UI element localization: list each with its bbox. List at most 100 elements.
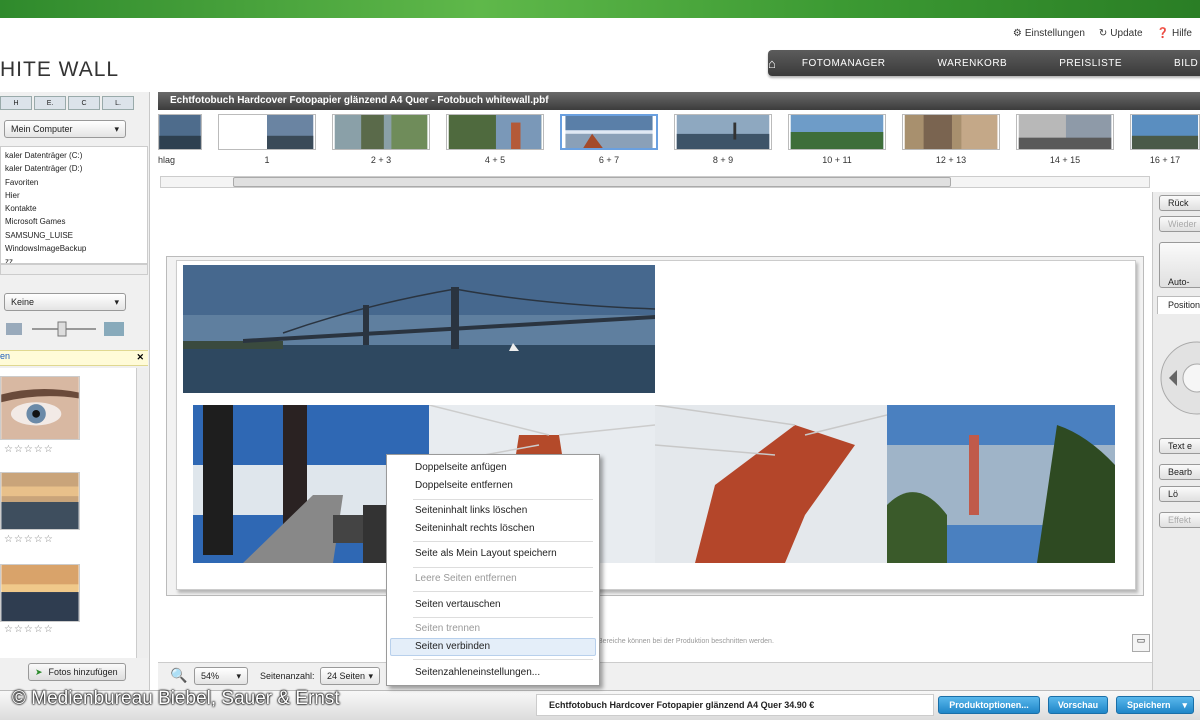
- tab-e[interactable]: E.: [34, 96, 66, 110]
- copyright-watermark: © Medienbureau Biebel, Sauer & Ernst: [12, 688, 340, 709]
- book-spread: [176, 260, 1136, 590]
- folder-tree[interactable]: kaler Datenträger (C:) kaler Datenträger…: [0, 146, 148, 264]
- chevron-down-icon: ▾: [368, 670, 373, 681]
- text-button[interactable]: Text e: [1159, 438, 1200, 454]
- tree-item[interactable]: SAMSUNG_LUISE: [5, 229, 147, 242]
- redo-button[interactable]: Wieder: [1159, 216, 1200, 232]
- rating-stars[interactable]: ☆☆☆☆☆: [4, 624, 54, 635]
- zoom-select[interactable]: 54% ▾: [194, 667, 248, 685]
- menu-item-clear-right[interactable]: Seiteninhalt rechts löschen: [415, 523, 535, 534]
- page-thumb[interactable]: [218, 114, 316, 150]
- tab-l[interactable]: L.: [102, 96, 134, 110]
- tree-item[interactable]: Favoriten: [5, 176, 147, 189]
- photo-thumbnail-sunset[interactable]: [0, 472, 80, 530]
- page-thumb-label: 1: [264, 155, 270, 165]
- undo-button[interactable]: Rück: [1159, 195, 1200, 211]
- scrollbar-thumb[interactable]: [233, 177, 951, 187]
- nav-fotomanager[interactable]: FOTOMANAGER: [776, 58, 912, 69]
- chevron-down-icon: ▾: [114, 123, 119, 134]
- add-photos-button[interactable]: ➤ Fotos hinzufügen: [28, 663, 126, 681]
- right-tool-panel: Rück Wieder Auto- Position Text e Bearb …: [1152, 192, 1200, 690]
- page-thumb-label: 6 + 7: [598, 155, 620, 165]
- tree-item[interactable]: zz: [5, 255, 147, 263]
- tree-item[interactable]: Hier: [5, 189, 147, 202]
- menu-item-add-spread[interactable]: Doppelseite anfügen: [415, 462, 507, 473]
- keyboard-icon[interactable]: ▭: [1132, 634, 1150, 652]
- rating-stars[interactable]: ☆☆☆☆☆: [4, 444, 54, 455]
- page-thumb[interactable]: [1016, 114, 1114, 150]
- photo-bay-bridge[interactable]: [183, 265, 655, 393]
- menu-item-save-layout[interactable]: Seite als Mein Layout speichern: [415, 548, 557, 559]
- tab-position[interactable]: Position: [1157, 296, 1200, 314]
- large-image-icon: [104, 322, 124, 336]
- brand-logo: HITE WALL: [0, 58, 120, 81]
- position-pad[interactable]: [1157, 322, 1200, 432]
- save-button[interactable]: Speichern ▾: [1116, 696, 1194, 714]
- photo-tower-cables-right[interactable]: [655, 405, 887, 563]
- filter-select[interactable]: Keine ▾: [4, 293, 126, 311]
- update-link[interactable]: ↻ Update: [1099, 28, 1143, 39]
- tree-item[interactable]: WindowsImageBackup: [5, 242, 147, 255]
- tab-c[interactable]: C: [68, 96, 100, 110]
- page-thumb[interactable]: [332, 114, 430, 150]
- rating-stars[interactable]: ☆☆☆☆☆: [4, 534, 54, 545]
- edit-button[interactable]: Bearb: [1159, 464, 1200, 480]
- info-link[interactable]: en: [0, 351, 10, 361]
- nav-preisliste[interactable]: PREISLISTE: [1033, 58, 1148, 69]
- editor-bottom-bar: 🔍 54% ▾ Seitenanzahl: 24 Seiten ▾: [158, 662, 1152, 690]
- menu-separator: [413, 617, 593, 618]
- page-thumb[interactable]: [158, 114, 202, 150]
- pages-select[interactable]: 24 Seiten ▾: [320, 667, 380, 685]
- chevron-down-icon: ▾: [236, 670, 241, 681]
- crop-hint: Bereiche können bei der Produktion besch…: [598, 638, 774, 645]
- tree-item[interactable]: Kontakte: [5, 202, 147, 215]
- menu-separator: [413, 591, 593, 592]
- auto-button[interactable]: Auto-: [1159, 242, 1200, 288]
- menu-item-remove-empty[interactable]: Leere Seiten entfernen: [415, 573, 517, 584]
- filmstrip-scrollbar[interactable]: [160, 176, 1150, 188]
- close-icon[interactable]: ✕: [136, 352, 144, 363]
- top-links: ⚙ Einstellungen ↻ Update ❓ Hilfe: [1013, 28, 1192, 39]
- add-icon: ➤: [35, 666, 43, 677]
- page-thumb-label: 4 + 5: [484, 155, 506, 165]
- page-thumb-label: hlag: [158, 155, 176, 165]
- settings-link[interactable]: ⚙ Einstellungen: [1013, 28, 1085, 39]
- tree-item[interactable]: Microsoft Games: [5, 215, 147, 228]
- menu-item-split-pages[interactable]: Seiten trennen: [415, 623, 480, 634]
- product-summary: Echtfotobuch Hardcover Fotopapier glänze…: [536, 694, 934, 716]
- location-select[interactable]: Mein Computer ▾: [4, 120, 126, 138]
- menu-item-swap-pages[interactable]: Seiten vertauschen: [415, 599, 501, 610]
- page-filmstrip: hlag 1 2 + 3 4 + 5 6 + 7 8 + 9 10 + 11 1…: [158, 110, 1200, 176]
- tree-item[interactable]: kaler Datenträger (D:): [5, 162, 147, 175]
- delete-button[interactable]: Lö: [1159, 486, 1200, 502]
- home-icon[interactable]: ⌂: [768, 56, 776, 71]
- page-thumb[interactable]: [674, 114, 772, 150]
- help-link[interactable]: ❓ Hilfe: [1157, 28, 1192, 39]
- preview-button[interactable]: Vorschau: [1048, 696, 1108, 714]
- tab-h[interactable]: H: [0, 96, 32, 110]
- pages-label: Seitenanzahl:: [260, 671, 315, 681]
- photo-thumbnail-eye[interactable]: [0, 376, 80, 440]
- menu-separator: [413, 567, 593, 568]
- product-options-button[interactable]: Produktoptionen...: [938, 696, 1040, 714]
- page-thumb[interactable]: [902, 114, 1000, 150]
- photo-golden-gate-fog[interactable]: [887, 405, 1115, 563]
- page-thumb-label: 10 + 11: [822, 155, 852, 165]
- menu-item-join-pages[interactable]: Seiten verbinden: [415, 641, 490, 652]
- menu-item-page-number-settings[interactable]: Seitenzahleneinstellungen...: [415, 667, 540, 678]
- sidebar-tabs: H E. C L.: [0, 96, 134, 110]
- page-thumb-selected[interactable]: [560, 114, 658, 150]
- tree-scrollbar[interactable]: [0, 264, 148, 275]
- nav-bild[interactable]: BILD: [1148, 58, 1200, 69]
- nav-warenkorb[interactable]: WARENKORB: [912, 58, 1034, 69]
- menu-item-remove-spread[interactable]: Doppelseite entfernen: [415, 480, 513, 491]
- page-thumb[interactable]: [1130, 114, 1200, 150]
- page-thumb[interactable]: [788, 114, 886, 150]
- photo-list-scrollbar[interactable]: [136, 368, 148, 658]
- menu-item-clear-left[interactable]: Seiteninhalt links löschen: [415, 505, 527, 516]
- tree-item[interactable]: kaler Datenträger (C:): [5, 149, 147, 162]
- page-thumb[interactable]: [446, 114, 544, 150]
- photo-thumbnail-sea[interactable]: [0, 564, 80, 622]
- thumbnail-size-slider[interactable]: [6, 320, 124, 338]
- effects-button[interactable]: Effekt: [1159, 512, 1200, 528]
